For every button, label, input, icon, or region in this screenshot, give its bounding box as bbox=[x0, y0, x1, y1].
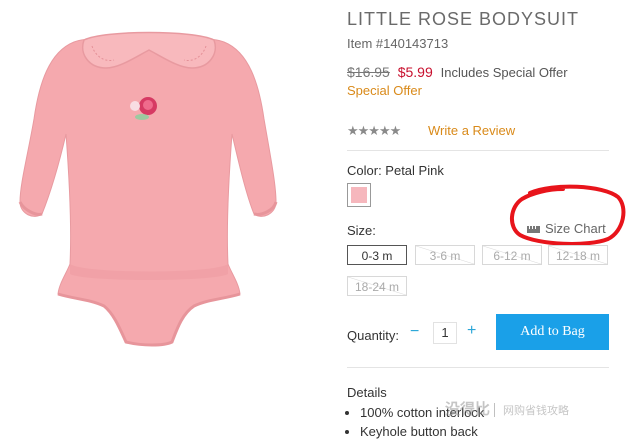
quantity-label: Quantity: bbox=[347, 328, 400, 343]
color-label: Color: Petal Pink bbox=[347, 163, 444, 178]
annotation-circle bbox=[510, 184, 626, 246]
price-row: $16.95 $5.99 Includes Special Offer bbox=[347, 64, 568, 80]
size-option-3-6m[interactable]: 3-6 m bbox=[415, 245, 475, 265]
size-label: Size: bbox=[347, 223, 376, 238]
color-swatch-petal-pink[interactable] bbox=[347, 183, 371, 207]
size-option-0-3m[interactable]: 0-3 m bbox=[347, 245, 407, 265]
swatch-fill bbox=[351, 187, 367, 203]
quantity-decrement-button[interactable]: − bbox=[410, 323, 419, 341]
offer-note: Includes Special Offer bbox=[440, 65, 568, 80]
size-option-6-12m[interactable]: 6-12 m bbox=[482, 245, 542, 265]
product-image bbox=[18, 31, 278, 347]
rating-stars: ★★★★★ bbox=[347, 123, 401, 138]
quantity-input[interactable]: 1 bbox=[433, 322, 457, 344]
divider bbox=[347, 367, 609, 368]
sale-price: $5.99 bbox=[397, 64, 433, 80]
quantity-increment-button[interactable]: + bbox=[467, 322, 476, 340]
size-option-12-18m[interactable]: 12-18 m bbox=[548, 245, 608, 265]
watermark-main: 没得比 bbox=[445, 401, 491, 418]
add-to-bag-button[interactable]: Add to Bag bbox=[496, 314, 609, 350]
original-price: $16.95 bbox=[347, 64, 390, 80]
special-offer-link[interactable]: Special Offer bbox=[347, 83, 422, 98]
watermark: 没得比 网购省钱攻略 bbox=[445, 398, 569, 419]
details-heading: Details bbox=[347, 385, 387, 400]
item-number: Item #140143713 bbox=[347, 36, 449, 51]
write-review-link[interactable]: Write a Review bbox=[428, 123, 515, 138]
watermark-divider bbox=[494, 403, 496, 418]
list-item: Keyhole button back bbox=[360, 422, 484, 441]
watermark-sub: 网购省钱攻略 bbox=[503, 405, 570, 417]
size-chart-label: Size Chart bbox=[545, 221, 606, 236]
divider bbox=[347, 150, 609, 151]
ruler-icon bbox=[527, 226, 540, 234]
size-option-18-24m[interactable]: 18-24 m bbox=[347, 276, 407, 296]
size-chart-link[interactable]: Size Chart bbox=[527, 221, 606, 236]
product-title: LITTLE ROSE BODYSUIT bbox=[347, 9, 580, 29]
